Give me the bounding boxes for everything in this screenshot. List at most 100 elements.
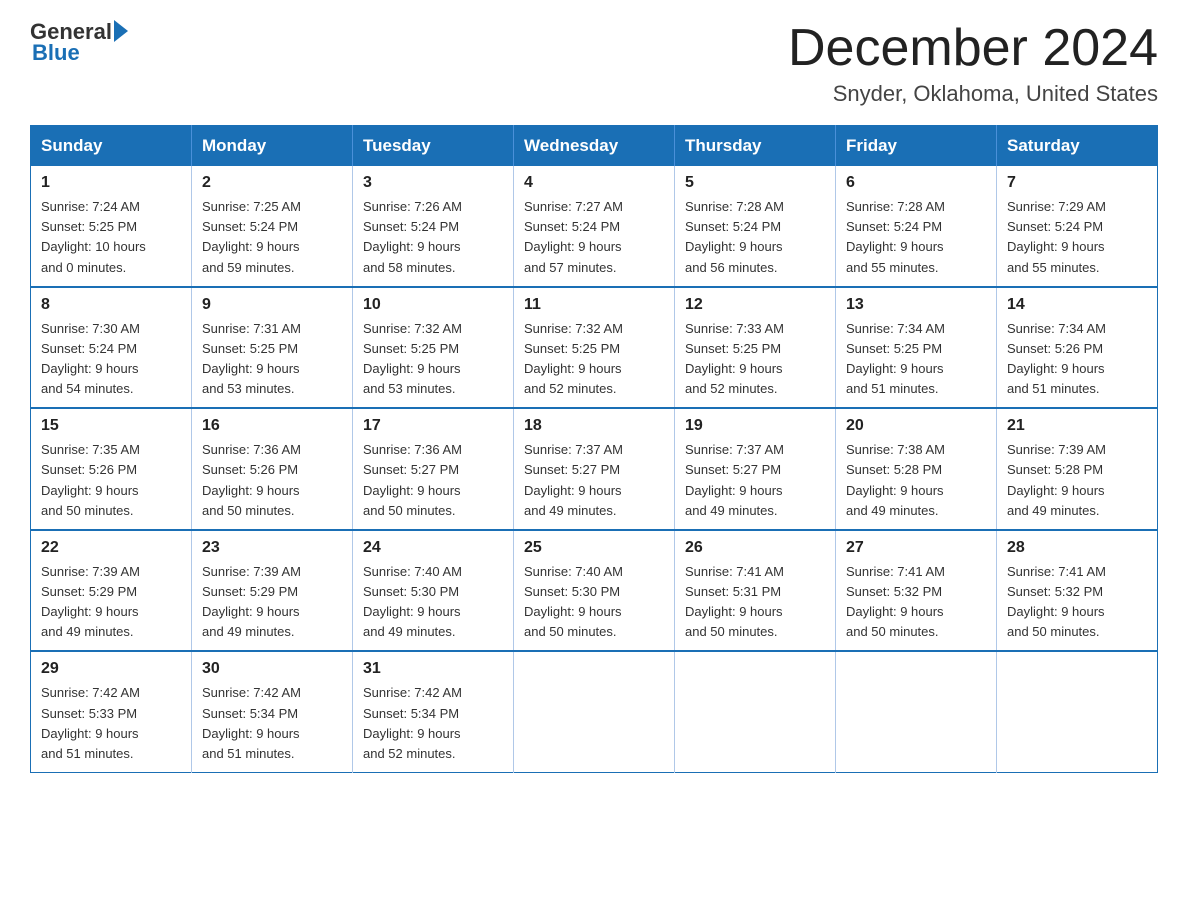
calendar-cell: 14 Sunrise: 7:34 AMSunset: 5:26 PMDayligh… <box>997 287 1158 409</box>
calendar-cell: 8 Sunrise: 7:30 AMSunset: 5:24 PMDaylight… <box>31 287 192 409</box>
calendar-cell <box>836 651 997 772</box>
title-block: December 2024 Snyder, Oklahoma, United S… <box>788 20 1158 107</box>
day-number: 6 <box>846 174 986 192</box>
day-info: Sunrise: 7:30 AMSunset: 5:24 PMDaylight:… <box>41 319 181 400</box>
day-info: Sunrise: 7:34 AMSunset: 5:26 PMDaylight:… <box>1007 319 1147 400</box>
calendar-cell: 23Sunrise: 7:39 AMSunset: 5:29 PMDayligh… <box>192 530 353 652</box>
day-info: Sunrise: 7:42 AMSunset: 5:34 PMDaylight:… <box>363 683 503 764</box>
logo-arrow-icon <box>114 20 128 42</box>
day-number: 31 <box>363 660 503 678</box>
day-info: Sunrise: 7:41 AMSunset: 5:32 PMDaylight:… <box>1007 562 1147 643</box>
day-number: 16 <box>202 417 342 435</box>
day-info: Sunrise: 7:37 AMSunset: 5:27 PMDaylight:… <box>685 440 825 521</box>
calendar-cell: 9Sunrise: 7:31 AMSunset: 5:25 PMDaylight… <box>192 287 353 409</box>
day-info: Sunrise: 7:28 AMSunset: 5:24 PMDaylight:… <box>685 197 825 278</box>
calendar-cell: 17Sunrise: 7:36 AMSunset: 5:27 PMDayligh… <box>353 408 514 530</box>
day-info: Sunrise: 7:29 AMSunset: 5:24 PMDaylight:… <box>1007 197 1147 278</box>
weekday-header-tuesday: Tuesday <box>353 126 514 167</box>
weekday-header-sunday: Sunday <box>31 126 192 167</box>
day-info: Sunrise: 7:39 AMSunset: 5:29 PMDaylight:… <box>202 562 342 643</box>
calendar-cell <box>675 651 836 772</box>
day-number: 13 <box>846 296 986 314</box>
day-number: 15 <box>41 417 181 435</box>
calendar-cell: 1 Sunrise: 7:24 AMSunset: 5:25 PMDaylight… <box>31 166 192 287</box>
day-info: Sunrise: 7:35 AMSunset: 5:26 PMDaylight:… <box>41 440 181 521</box>
day-info: Sunrise: 7:40 AMSunset: 5:30 PMDaylight:… <box>524 562 664 643</box>
day-number: 24 <box>363 539 503 557</box>
day-info: Sunrise: 7:40 AMSunset: 5:30 PMDaylight:… <box>363 562 503 643</box>
day-info: Sunrise: 7:38 AMSunset: 5:28 PMDaylight:… <box>846 440 986 521</box>
calendar-cell: 25 Sunrise: 7:40 AMSunset: 5:30 PMDayligh… <box>514 530 675 652</box>
calendar-cell: 16 Sunrise: 7:36 AMSunset: 5:26 PMDayligh… <box>192 408 353 530</box>
logo-text-blue: Blue <box>30 40 128 66</box>
day-number: 30 <box>202 660 342 678</box>
month-title: December 2024 <box>788 20 1158 77</box>
day-info: Sunrise: 7:32 AMSunset: 5:25 PMDaylight:… <box>524 319 664 400</box>
calendar-cell: 26 Sunrise: 7:41 AMSunset: 5:31 PMDayligh… <box>675 530 836 652</box>
calendar-cell: 3 Sunrise: 7:26 AMSunset: 5:24 PMDaylight… <box>353 166 514 287</box>
day-number: 3 <box>363 174 503 192</box>
calendar-cell: 7 Sunrise: 7:29 AMSunset: 5:24 PMDaylight… <box>997 166 1158 287</box>
day-number: 7 <box>1007 174 1147 192</box>
day-number: 2 <box>202 174 342 192</box>
day-info: Sunrise: 7:33 AMSunset: 5:25 PMDaylight:… <box>685 319 825 400</box>
day-info: Sunrise: 7:39 AMSunset: 5:29 PMDaylight:… <box>41 562 181 643</box>
day-number: 12 <box>685 296 825 314</box>
day-number: 20 <box>846 417 986 435</box>
calendar-cell: 4Sunrise: 7:27 AMSunset: 5:24 PMDaylight… <box>514 166 675 287</box>
calendar-week-row: 8 Sunrise: 7:30 AMSunset: 5:24 PMDaylight… <box>31 287 1158 409</box>
day-info: Sunrise: 7:34 AMSunset: 5:25 PMDaylight:… <box>846 319 986 400</box>
day-info: Sunrise: 7:39 AMSunset: 5:28 PMDaylight:… <box>1007 440 1147 521</box>
calendar-week-row: 29 Sunrise: 7:42 AMSunset: 5:33 PMDayligh… <box>31 651 1158 772</box>
day-info: Sunrise: 7:41 AMSunset: 5:32 PMDaylight:… <box>846 562 986 643</box>
day-number: 29 <box>41 660 181 678</box>
calendar-cell: 28Sunrise: 7:41 AMSunset: 5:32 PMDayligh… <box>997 530 1158 652</box>
day-info: Sunrise: 7:32 AMSunset: 5:25 PMDaylight:… <box>363 319 503 400</box>
calendar-cell: 20 Sunrise: 7:38 AMSunset: 5:28 PMDayligh… <box>836 408 997 530</box>
day-number: 27 <box>846 539 986 557</box>
day-info: Sunrise: 7:25 AMSunset: 5:24 PMDaylight:… <box>202 197 342 278</box>
day-info: Sunrise: 7:42 AMSunset: 5:33 PMDaylight:… <box>41 683 181 764</box>
day-number: 5 <box>685 174 825 192</box>
day-number: 10 <box>363 296 503 314</box>
day-number: 18 <box>524 417 664 435</box>
calendar-cell: 19Sunrise: 7:37 AMSunset: 5:27 PMDayligh… <box>675 408 836 530</box>
day-number: 21 <box>1007 417 1147 435</box>
calendar-cell: 18 Sunrise: 7:37 AMSunset: 5:27 PMDayligh… <box>514 408 675 530</box>
calendar-cell: 27 Sunrise: 7:41 AMSunset: 5:32 PMDayligh… <box>836 530 997 652</box>
calendar-header-row: SundayMondayTuesdayWednesdayThursdayFrid… <box>31 126 1158 167</box>
day-info: Sunrise: 7:37 AMSunset: 5:27 PMDaylight:… <box>524 440 664 521</box>
calendar-cell: 30 Sunrise: 7:42 AMSunset: 5:34 PMDayligh… <box>192 651 353 772</box>
calendar-cell: 22Sunrise: 7:39 AMSunset: 5:29 PMDayligh… <box>31 530 192 652</box>
day-number: 25 <box>524 539 664 557</box>
location-title: Snyder, Oklahoma, United States <box>788 81 1158 107</box>
day-info: Sunrise: 7:26 AMSunset: 5:24 PMDaylight:… <box>363 197 503 278</box>
calendar-week-row: 1 Sunrise: 7:24 AMSunset: 5:25 PMDaylight… <box>31 166 1158 287</box>
weekday-header-monday: Monday <box>192 126 353 167</box>
day-number: 26 <box>685 539 825 557</box>
calendar-cell: 2 Sunrise: 7:25 AMSunset: 5:24 PMDaylight… <box>192 166 353 287</box>
day-info: Sunrise: 7:36 AMSunset: 5:26 PMDaylight:… <box>202 440 342 521</box>
page-header: General Blue December 2024 Snyder, Oklah… <box>30 20 1158 107</box>
calendar-cell: 31 Sunrise: 7:42 AMSunset: 5:34 PMDayligh… <box>353 651 514 772</box>
day-info: Sunrise: 7:41 AMSunset: 5:31 PMDaylight:… <box>685 562 825 643</box>
day-number: 1 <box>41 174 181 192</box>
calendar-table: SundayMondayTuesdayWednesdayThursdayFrid… <box>30 125 1158 773</box>
day-info: Sunrise: 7:24 AMSunset: 5:25 PMDaylight:… <box>41 197 181 278</box>
day-info: Sunrise: 7:42 AMSunset: 5:34 PMDaylight:… <box>202 683 342 764</box>
logo: General Blue <box>30 20 128 66</box>
day-number: 17 <box>363 417 503 435</box>
weekday-header-saturday: Saturday <box>997 126 1158 167</box>
calendar-cell: 10 Sunrise: 7:32 AMSunset: 5:25 PMDayligh… <box>353 287 514 409</box>
calendar-week-row: 22Sunrise: 7:39 AMSunset: 5:29 PMDayligh… <box>31 530 1158 652</box>
calendar-cell <box>997 651 1158 772</box>
weekday-header-thursday: Thursday <box>675 126 836 167</box>
calendar-cell: 13 Sunrise: 7:34 AMSunset: 5:25 PMDayligh… <box>836 287 997 409</box>
day-number: 14 <box>1007 296 1147 314</box>
weekday-header-friday: Friday <box>836 126 997 167</box>
day-info: Sunrise: 7:31 AMSunset: 5:25 PMDaylight:… <box>202 319 342 400</box>
calendar-cell: 29 Sunrise: 7:42 AMSunset: 5:33 PMDayligh… <box>31 651 192 772</box>
calendar-cell <box>514 651 675 772</box>
calendar-cell: 5 Sunrise: 7:28 AMSunset: 5:24 PMDaylight… <box>675 166 836 287</box>
day-number: 8 <box>41 296 181 314</box>
